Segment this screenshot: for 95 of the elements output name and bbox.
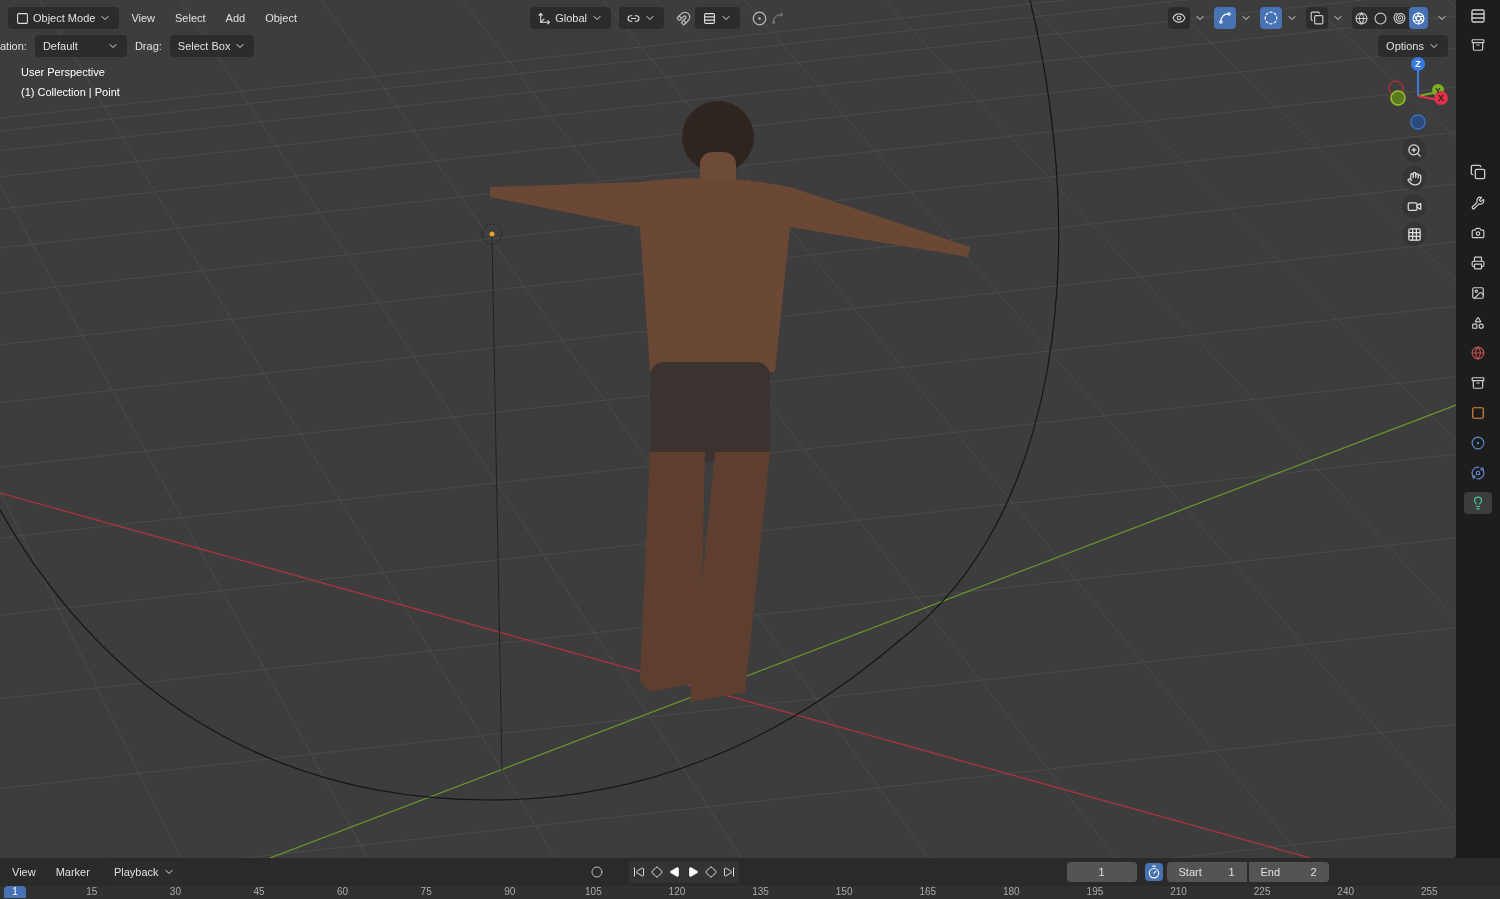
viewport-toggle-button[interactable] — [1306, 7, 1328, 29]
camera-icon[interactable] — [1402, 194, 1426, 218]
mode-dropdown[interactable]: Object Mode — [8, 7, 120, 29]
orientation-label: Global — [555, 10, 587, 26]
frame-ruler-label: 150 — [834, 886, 854, 898]
box-icon[interactable] — [1471, 38, 1485, 52]
frame-ruler-label: 225 — [1252, 886, 1272, 898]
world-icon — [1471, 346, 1485, 360]
options-dropdown[interactable]: Options — [1378, 35, 1448, 57]
snap-grid-icon — [703, 11, 716, 25]
grid-icon[interactable] — [1402, 222, 1426, 246]
constraints-icon — [1471, 466, 1485, 480]
frame-ruler-label: 255 — [1419, 886, 1439, 898]
viewport-info-text: (1) Collection | Point — [21, 84, 120, 100]
timer-icon[interactable] — [1144, 863, 1163, 881]
viewport-toggle-button[interactable] — [1260, 7, 1282, 29]
menu-item[interactable]: View — [123, 9, 164, 27]
frame-ruler-label: 210 — [1169, 886, 1188, 898]
zoom-icon[interactable] — [1402, 138, 1426, 162]
gizmos-icon — [1218, 11, 1232, 25]
frame-ruler-label: 60 — [336, 886, 350, 898]
pivot-dropdown[interactable] — [619, 7, 664, 29]
keyframe-next-icon[interactable] — [704, 866, 717, 878]
current-frame-field[interactable]: 1 — [1066, 862, 1137, 882]
play-reverse-icon[interactable] — [668, 866, 681, 878]
editor-type-icon[interactable] — [1470, 164, 1486, 180]
frame-ruler-label: 105 — [584, 886, 603, 898]
frame-ruler-label: 180 — [1002, 886, 1021, 898]
timeline-menu-item[interactable]: View — [8, 863, 40, 881]
rendered-shading-icon — [1412, 11, 1425, 25]
frame-ruler-label: 45 — [252, 886, 266, 898]
render-icon — [1471, 226, 1485, 240]
material-shading-icon — [1393, 11, 1406, 25]
collection-icon — [1471, 376, 1485, 390]
frame-ruler-label: 135 — [751, 886, 770, 898]
frame-ruler-label: 240 — [1336, 886, 1356, 898]
record-icon[interactable] — [590, 866, 603, 878]
end-frame-field[interactable]: End 2 — [1248, 862, 1329, 882]
drag-label: Drag: — [134, 38, 162, 54]
physics-icon — [1471, 436, 1485, 450]
outliner-icon[interactable] — [1470, 8, 1486, 24]
menu-item[interactable]: Add — [217, 9, 254, 27]
properties-tab[interactable] — [1464, 492, 1492, 514]
play-icon[interactable] — [686, 866, 699, 878]
timeline-menu-item[interactable]: Marker — [51, 863, 94, 881]
start-label: Start — [1178, 864, 1202, 880]
hand-icon[interactable] — [1402, 166, 1426, 190]
visibility-icon — [1172, 11, 1186, 25]
solid-shading-icon — [1374, 11, 1387, 25]
start-value: 1 — [1228, 864, 1235, 880]
frame-ruler-label: 75 — [419, 886, 433, 898]
end-label: End — [1260, 864, 1281, 880]
frame-ruler-label: 15 — [85, 886, 99, 898]
end-value: 2 — [1310, 864, 1317, 880]
3d-viewport[interactable]: Object Mode View Select Add Object Global ation: Default Drag: Select Box Options User Perspective (1) Collection | Point Z Y X — [0, 0, 1456, 858]
object-icon — [1471, 406, 1485, 420]
proportional-edit-icon[interactable] — [752, 10, 767, 26]
xray-icon — [1310, 11, 1324, 25]
orientation-value: Default — [42, 38, 78, 54]
options-label: Options — [1386, 38, 1424, 54]
orientation-setting-label: ation: — [0, 38, 27, 54]
output-icon — [1471, 256, 1485, 270]
jump-end-icon[interactable] — [722, 866, 735, 878]
frame-ruler-label: 165 — [918, 886, 938, 898]
navigation-gizmo[interactable]: Z Y X — [1382, 56, 1452, 134]
axes-icon — [538, 11, 552, 25]
viewport-toggle-button[interactable] — [1168, 7, 1190, 29]
jump-start-icon[interactable] — [632, 866, 645, 878]
tool-icon — [1471, 196, 1485, 210]
scene-icon — [1471, 316, 1485, 330]
frame-ruler-label: 195 — [1085, 886, 1105, 898]
frame-ruler-label: 120 — [667, 886, 687, 898]
frame-ruler-label: 90 — [503, 886, 517, 898]
magnet-icon[interactable] — [676, 10, 691, 26]
light-icon — [1471, 496, 1485, 510]
mode-label: Object Mode — [33, 10, 96, 26]
viewport-toggle-button[interactable] — [1214, 7, 1236, 29]
frame-ruler-label: 1 — [4, 886, 26, 898]
menu-item[interactable]: Object — [257, 9, 305, 27]
drag-dropdown[interactable]: Select Box — [169, 35, 255, 57]
snap-dropdown[interactable] — [695, 7, 740, 29]
keyframe-back-icon[interactable] — [650, 866, 663, 878]
menu-item[interactable]: Select — [167, 9, 214, 27]
viewport-info-text: User Perspective — [21, 65, 106, 80]
start-frame-field[interactable]: Start 1 — [1166, 862, 1247, 882]
playback-label: Playback — [113, 864, 159, 880]
drag-value: Select Box — [177, 38, 231, 54]
wireframe-shading-icon — [1355, 11, 1368, 25]
overlays-icon — [1264, 11, 1278, 25]
cube-icon — [16, 11, 29, 25]
frame-ruler-label: 30 — [168, 886, 182, 898]
shading-mode-button[interactable] — [1409, 7, 1428, 29]
view-layer-icon — [1471, 286, 1485, 300]
transform-orientation-dropdown[interactable]: Global — [530, 7, 611, 29]
orientation-setting-dropdown[interactable]: Default — [34, 35, 127, 57]
